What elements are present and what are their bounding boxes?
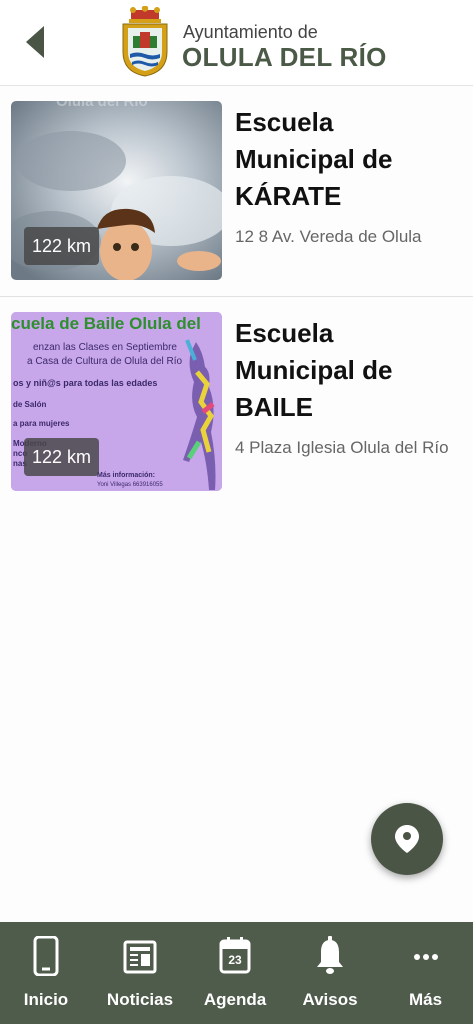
list-item[interactable]: cuela de Baile Olula del enzan las Clase… (0, 298, 473, 508)
item-title-line: Escuela (235, 107, 334, 137)
back-button[interactable] (18, 22, 52, 62)
phone-icon (33, 935, 59, 981)
poster-text: a para mujeres (13, 419, 70, 428)
map-pin-icon (395, 825, 419, 853)
tab-label: Noticias (106, 990, 174, 1009)
poster-info-contact: Yoni Villegas 663916055 (97, 482, 163, 488)
tab-label: Más (408, 990, 443, 1009)
bell-icon (316, 936, 344, 981)
item-title-line: Escuela (235, 318, 334, 348)
distance-badge: 122 km (24, 438, 99, 476)
calendar-icon: 23 (219, 936, 251, 979)
item-title-line: Municipal de (235, 355, 393, 385)
poster-text: enzan las Clases en Septiembre (33, 342, 177, 353)
tab-label: Agenda (203, 990, 267, 1009)
brand-title: OLULA DEL RÍO (182, 42, 387, 72)
poster-text: a Casa de Cultura de Olula del Río (27, 356, 183, 367)
map-button[interactable] (371, 803, 443, 875)
tab-avisos[interactable]: Avisos (282, 922, 378, 1024)
bottom-tab-bar: Inicio Noticias 23 Agenda Avisos Más (0, 922, 473, 1024)
item-title: Escuela Municipal de KÁRATE (235, 104, 465, 215)
app-header: Ayuntamiento de OLULA DEL RÍO (0, 0, 473, 86)
coat-of-arms-icon (119, 5, 171, 78)
brand-subtitle: Ayuntamiento de (183, 22, 318, 42)
newspaper-icon (123, 936, 157, 979)
item-address: 12 8 Av. Vereda de Olula (235, 227, 422, 246)
distance-badge: 122 km (24, 227, 99, 265)
calendar-day: 23 (228, 953, 242, 967)
tab-noticias[interactable]: Noticias (92, 922, 188, 1024)
item-title: Escuela Municipal de BAILE (235, 315, 465, 426)
item-thumbnail: cuela de Baile Olula del enzan las Clase… (11, 312, 222, 491)
poster-text: de Salón (13, 400, 47, 409)
item-title-line: BAILE (235, 392, 313, 422)
thumbnail-watermark: Olula del Río (56, 101, 148, 110)
tab-agenda[interactable]: 23 Agenda (188, 922, 282, 1024)
tab-label: Inicio (23, 990, 69, 1009)
item-title-line: KÁRATE (235, 181, 342, 211)
tab-inicio[interactable]: Inicio (0, 922, 92, 1024)
chevron-left-icon (26, 26, 44, 58)
poster-text: os y niñ@s para todas las edades (13, 378, 158, 388)
list-item[interactable]: Olula del Río 122 km Escuela Municipal d… (0, 87, 473, 297)
item-address: 4 Plaza Iglesia Olula del Río (235, 438, 449, 457)
poster-heading: cuela de Baile Olula del (11, 314, 201, 333)
tab-label: Avisos (302, 990, 358, 1009)
tab-mas[interactable]: Más (378, 922, 473, 1024)
poster-info-title: Más información: (97, 472, 155, 479)
item-title-line: Municipal de (235, 144, 393, 174)
more-dots-icon (413, 936, 439, 981)
item-thumbnail: Olula del Río 122 km (11, 101, 222, 280)
